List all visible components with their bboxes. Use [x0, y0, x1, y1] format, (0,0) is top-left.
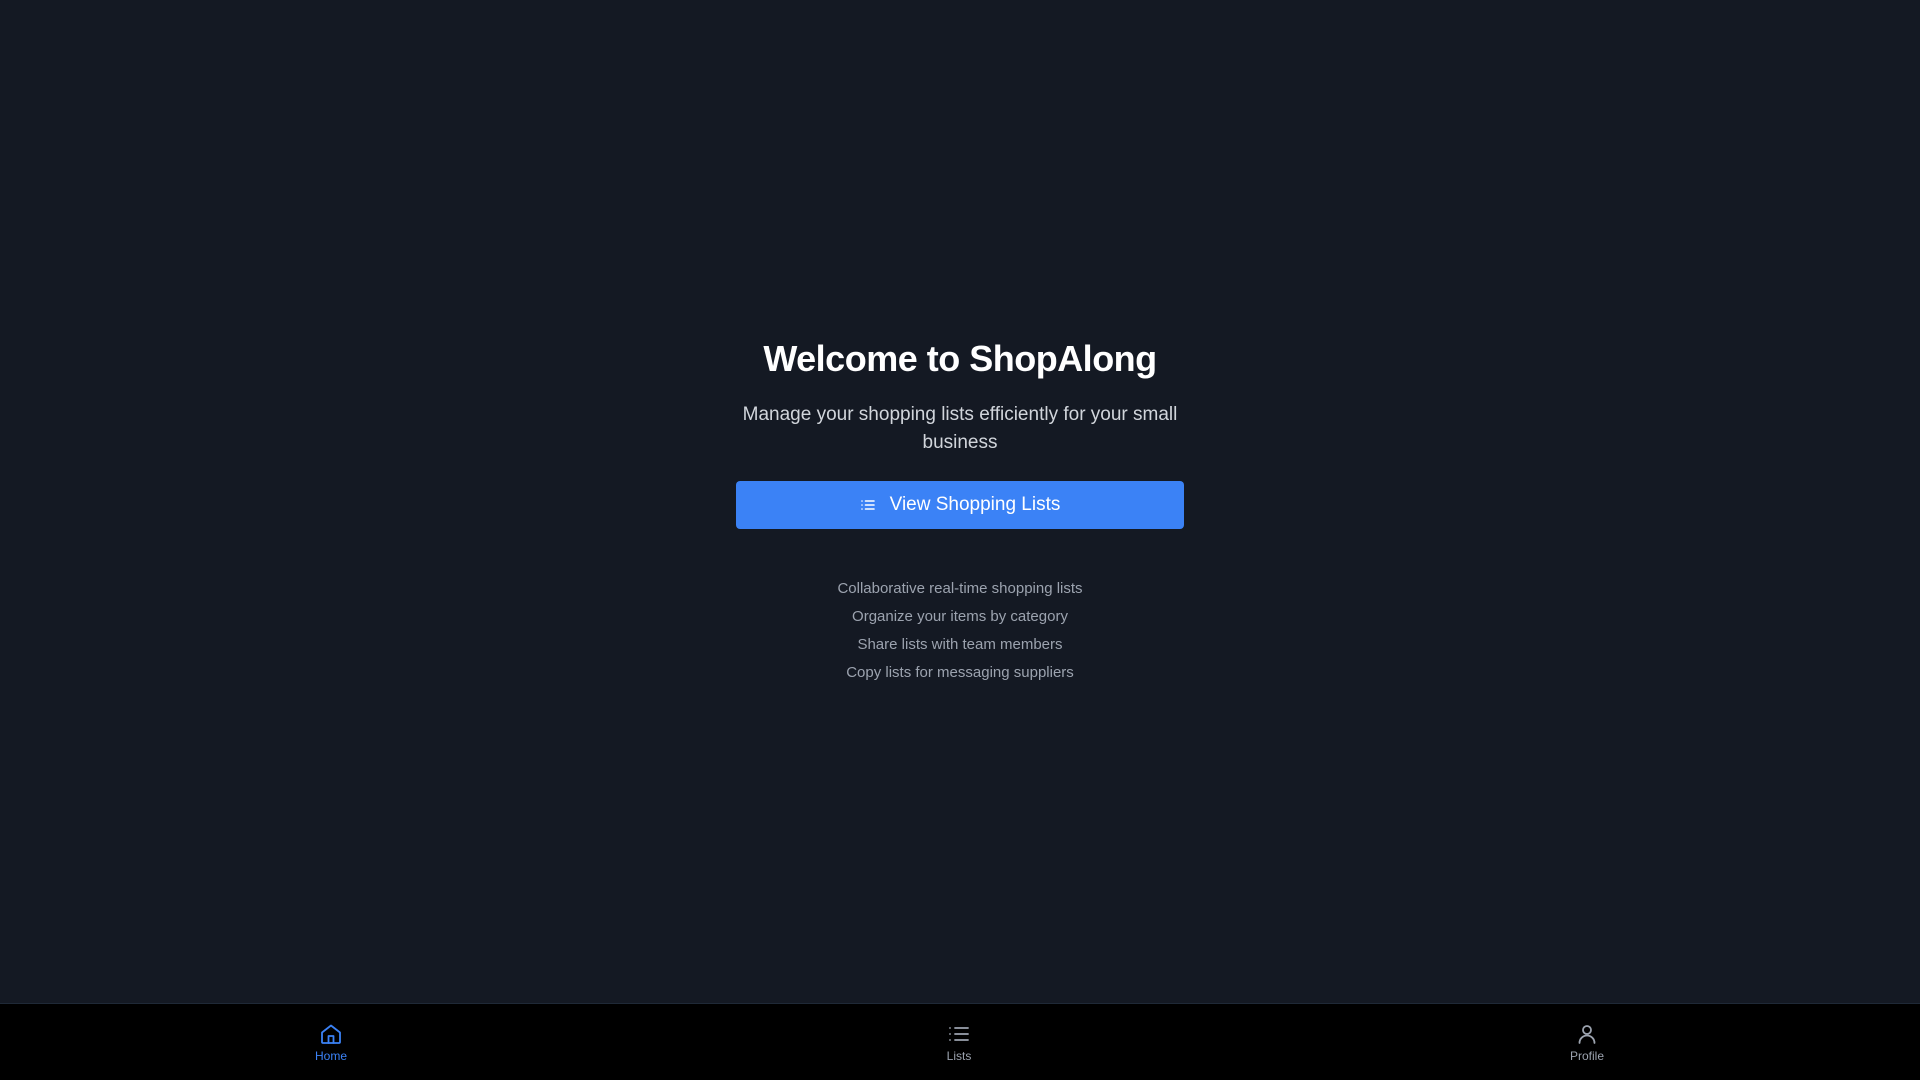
nav-label-profile: Profile — [1569, 1049, 1604, 1063]
nav-item-home[interactable]: Home — [271, 1022, 391, 1064]
app-root: Welcome to ShopAlong Manage your shoppin… — [0, 0, 1920, 1080]
welcome-hero: Welcome to ShopAlong Manage your shoppin… — [735, 337, 1185, 687]
feature-list: Collaborative real-time shopping lists O… — [837, 575, 1082, 687]
view-shopping-lists-button[interactable]: View Shopping Lists — [736, 481, 1184, 529]
feature-item: Organize your items by category — [852, 608, 1068, 625]
feature-item: Copy lists for messaging suppliers — [846, 664, 1074, 681]
bottom-navigation: Home Lists Profile — [0, 1003, 1920, 1080]
nav-label-home: Home — [314, 1049, 347, 1063]
view-shopping-lists-label: View Shopping Lists — [889, 494, 1061, 515]
feature-item: Share lists with team members — [857, 636, 1063, 653]
user-icon — [1575, 1022, 1599, 1046]
nav-label-lists: Lists — [946, 1049, 972, 1063]
feature-item: Collaborative real-time shopping lists — [837, 580, 1083, 597]
main-content: Welcome to ShopAlong Manage your shoppin… — [0, 0, 1920, 1004]
home-icon — [319, 1022, 343, 1046]
page-subtitle: Manage your shopping lists efficiently f… — [742, 404, 1178, 453]
nav-item-lists[interactable]: Lists — [899, 1022, 1019, 1064]
nav-item-profile[interactable]: Profile — [1527, 1022, 1647, 1064]
list-icon — [860, 497, 876, 513]
list-icon — [947, 1022, 971, 1046]
page-title: Welcome to ShopAlong — [763, 338, 1157, 379]
